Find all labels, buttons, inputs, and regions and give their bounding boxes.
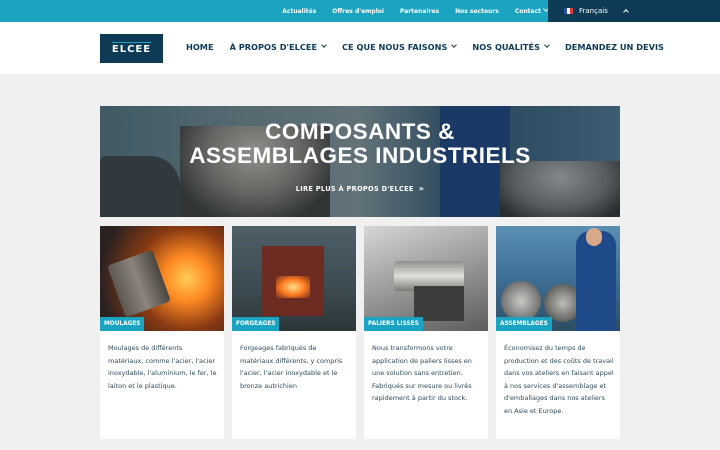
image-detail (586, 228, 602, 246)
language-label: Français (579, 7, 608, 15)
hero-banner: COMPOSANTS & ASSEMBLAGES INDUSTRIELS LIRE… (100, 106, 620, 217)
nav-label: À PROPOS D'ELCEE (229, 42, 318, 52)
assemblies-image (496, 226, 620, 331)
hero-title-line: ASSEMBLAGES INDUSTRIELS (189, 143, 531, 168)
service-card-bearings[interactable]: PALIERS LISSES Nous transformons votre a… (364, 226, 488, 439)
nav-item-services[interactable]: CE QUE NOUS FAISONS (342, 42, 458, 52)
card-tag: PALIERS LISSES (364, 317, 423, 331)
card-text: Économisez du temps de production et des… (504, 344, 614, 415)
language-selector[interactable]: Français (548, 0, 720, 22)
nav-label: CE QUE NOUS FAISONS (342, 42, 448, 52)
top-link-sectors[interactable]: Nos secteurs (455, 8, 499, 15)
forgings-image (232, 226, 356, 331)
top-link-contact-label: Contact (514, 7, 541, 15)
chevron-down-icon (321, 42, 327, 48)
card-tag: MOULAGES (100, 317, 145, 331)
nav-item-home[interactable]: HOME (186, 42, 214, 52)
service-card-forgings[interactable]: FORGEAGES Forgeages fabriqués de matéria… (232, 226, 356, 439)
chevron-down-icon (451, 42, 458, 48)
card-text: Moulages de différents matériaux, comme … (108, 344, 217, 390)
hero-read-more-label: LIRE PLUS À PROPOS D'ELCEE (295, 185, 414, 193)
double-chevron-right-icon: » (418, 184, 425, 193)
hero-read-more-link[interactable]: LIRE PLUS À PROPOS D'ELCEE » (100, 184, 620, 193)
card-tag: ASSEMBLAGES (496, 317, 552, 331)
chevron-down-icon (544, 42, 550, 48)
card-tag: FORGEAGES (232, 317, 280, 331)
main-nav: HOME À PROPOS D'ELCEE CE QUE NOUS FAISON… (186, 42, 664, 52)
nav-label: HOME (186, 42, 214, 52)
top-link-news[interactable]: Actualités (282, 8, 316, 15)
image-detail (576, 231, 616, 331)
hero-title: COMPOSANTS & ASSEMBLAGES INDUSTRIELS (100, 120, 620, 168)
service-card-assemblies[interactable]: ASSEMBLAGES Économisez du temps de produ… (496, 226, 620, 439)
logo[interactable]: ELCEE (100, 34, 163, 63)
top-link-partners[interactable]: Partenaires (400, 8, 439, 15)
card-text: Forgeages fabriqués de matériaux différe… (240, 344, 343, 390)
bearings-image (364, 226, 488, 331)
nav-label: DEMANDEZ UN DEVIS (564, 42, 664, 52)
image-detail (276, 276, 310, 298)
service-card-castings[interactable]: MOULAGES Moulages de différents matériau… (100, 226, 224, 439)
site-header: ELCEE HOME À PROPOS D'ELCEE CE QUE NOUS … (0, 22, 720, 74)
nav-item-about[interactable]: À PROPOS D'ELCEE (229, 42, 327, 52)
castings-image (100, 226, 224, 331)
nav-label: NOS QUALITÉS (472, 42, 540, 52)
top-links: Actualités Offres d'emploi Partenaires N… (282, 0, 549, 22)
nav-item-quote[interactable]: DEMANDEZ UN DEVIS (565, 42, 664, 52)
top-link-contact[interactable]: Contact (514, 5, 549, 15)
card-text: Nous transformons votre application de p… (372, 344, 472, 403)
image-detail (107, 249, 171, 318)
chevron-up-icon (623, 9, 629, 15)
french-flag-icon (564, 8, 573, 14)
hero-title-line: COMPOSANTS & (265, 119, 455, 144)
top-link-jobs[interactable]: Offres d'emploi (332, 8, 384, 15)
image-detail (501, 281, 541, 321)
image-detail (414, 286, 464, 321)
logo-text: ELCEE (111, 42, 152, 55)
nav-item-qualities[interactable]: NOS QUALITÉS (472, 42, 550, 52)
